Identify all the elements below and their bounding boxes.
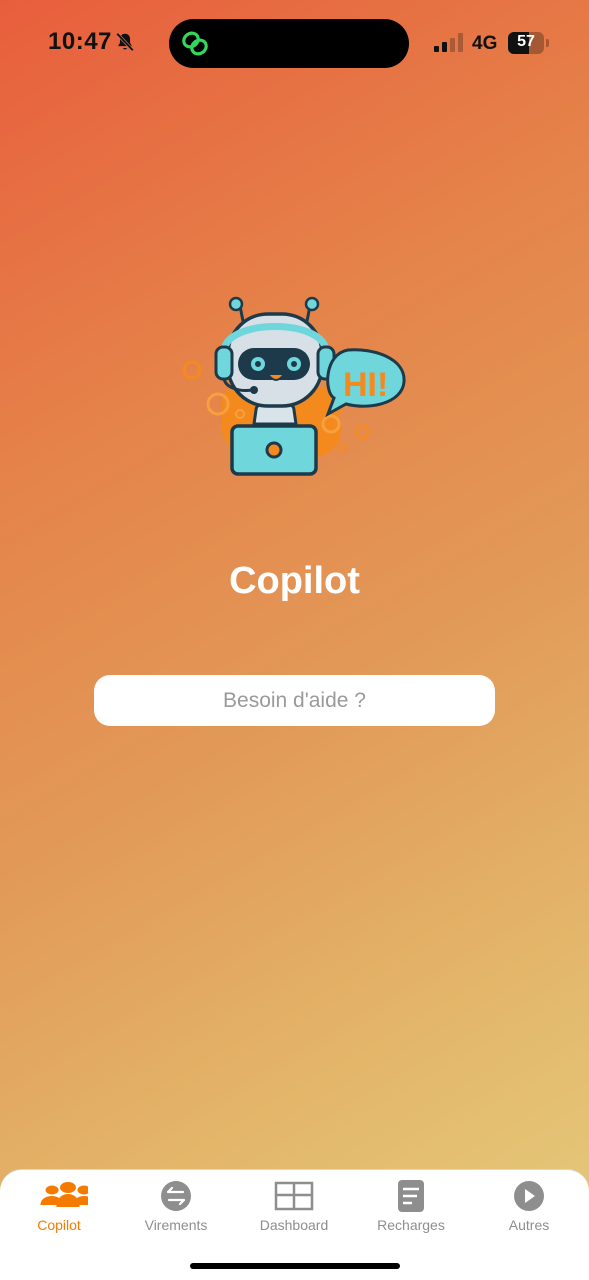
status-time: 10:47	[48, 28, 112, 55]
tab-autres-label: Autres	[508, 1217, 550, 1233]
status-bar: 10:47 4G 57	[0, 0, 589, 88]
link-icon	[182, 31, 208, 56]
tab-dashboard[interactable]: Dashboard	[235, 1170, 353, 1245]
tab-autres[interactable]: Autres	[470, 1170, 588, 1245]
grid-icon	[274, 1181, 314, 1211]
document-icon	[398, 1180, 424, 1212]
signal-icon	[434, 33, 463, 52]
dynamic-island	[169, 19, 409, 68]
tab-virements[interactable]: Virements	[117, 1170, 235, 1245]
page-title: Copilot	[229, 560, 360, 602]
robot-mascot-illustration: HI!	[182, 296, 406, 476]
people-icon	[40, 1182, 88, 1207]
help-search-input[interactable]	[94, 675, 495, 726]
tab-recharges-label: Recharges	[377, 1217, 445, 1233]
network-type: 4G	[472, 33, 498, 54]
battery-icon: 57	[508, 32, 550, 54]
transfer-icon	[161, 1181, 191, 1211]
play-icon	[514, 1181, 544, 1211]
tab-copilot[interactable]: Copilot	[0, 1170, 118, 1245]
home-indicator	[190, 1263, 400, 1269]
tab-recharges[interactable]: Recharges	[352, 1170, 470, 1245]
battery-level: 57	[517, 33, 535, 50]
tab-dashboard-label: Dashboard	[259, 1217, 329, 1233]
bell-slash-icon	[116, 32, 134, 52]
tab-copilot-label: Copilot	[37, 1217, 81, 1233]
tab-virements-label: Virements	[144, 1217, 208, 1233]
mascot-hi-text: HI!	[343, 366, 388, 404]
